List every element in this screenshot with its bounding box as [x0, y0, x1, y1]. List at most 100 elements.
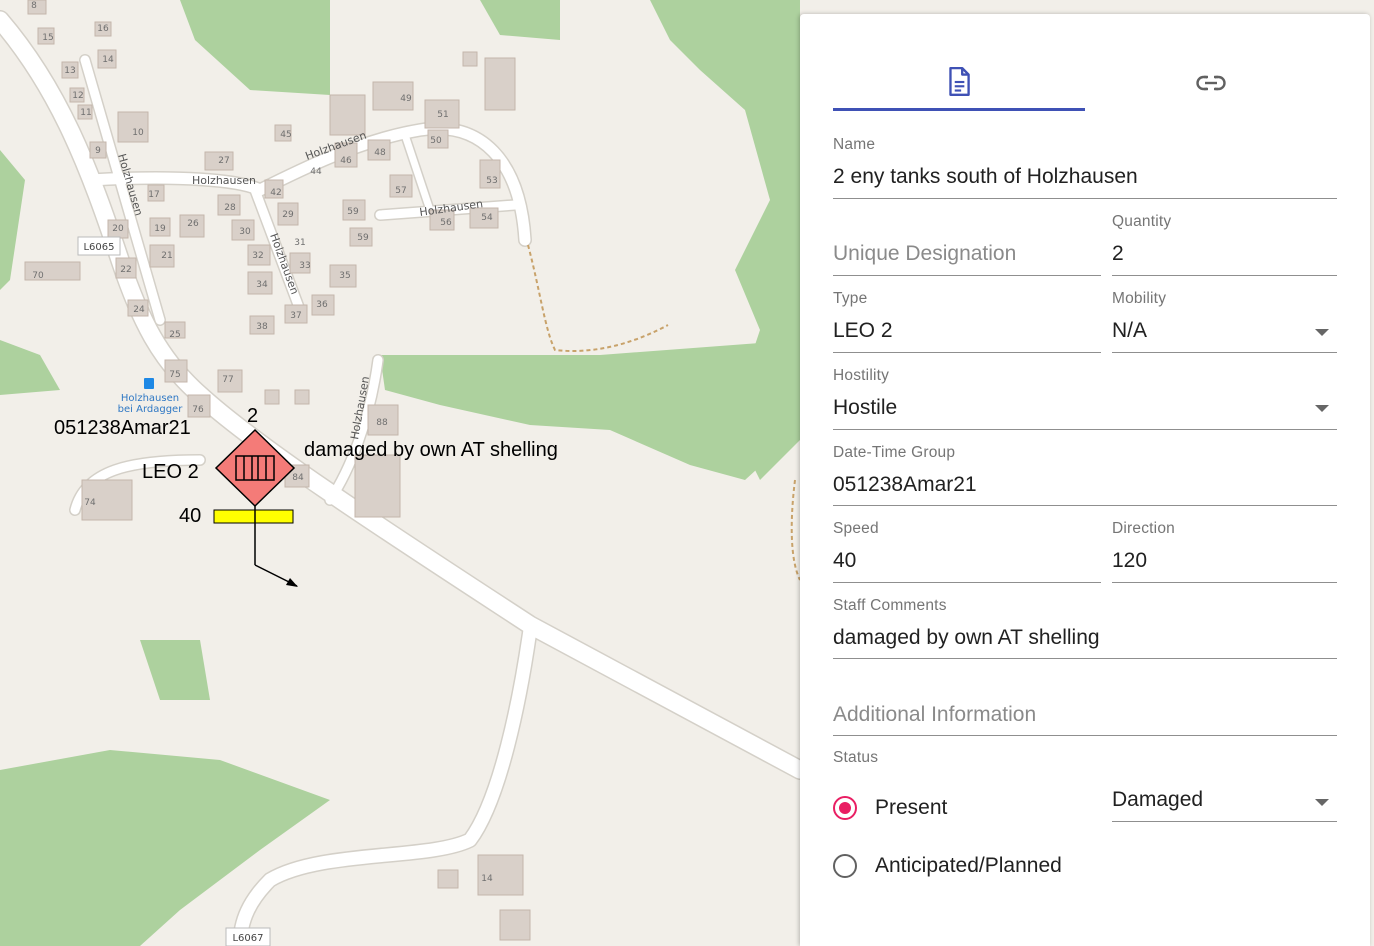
- chevron-down-icon: [1315, 329, 1329, 336]
- mobility-select[interactable]: Mobility N/A: [1112, 286, 1337, 354]
- svg-text:53: 53: [486, 176, 497, 186]
- svg-text:14: 14: [102, 55, 114, 65]
- radio-checked-icon: [833, 796, 857, 820]
- tab-links[interactable]: [1085, 60, 1337, 112]
- hostility-value: Hostile: [833, 396, 898, 419]
- svg-text:30: 30: [239, 227, 251, 237]
- svg-text:88: 88: [376, 418, 388, 428]
- speed-bar: [213, 509, 294, 524]
- bus-stop-label: Holzhausen bei Ardagger: [118, 393, 184, 415]
- name-field[interactable]: Name 2 eny tanks south of Holzhausen: [833, 132, 1337, 200]
- staff-comments-field[interactable]: Staff Comments damaged by own AT shellin…: [833, 593, 1337, 661]
- svg-text:77: 77: [222, 375, 233, 385]
- svg-text:34: 34: [256, 280, 268, 290]
- svg-text:37: 37: [290, 311, 301, 321]
- svg-text:57: 57: [395, 186, 406, 196]
- tab-details[interactable]: [833, 60, 1085, 112]
- document-icon: [949, 66, 970, 96]
- panel-tabs: [833, 60, 1337, 112]
- svg-text:33: 33: [299, 261, 310, 271]
- svg-text:38: 38: [256, 322, 268, 332]
- dtg-label: Date-Time Group: [833, 444, 956, 461]
- condition-value: Damaged: [1112, 788, 1204, 811]
- unit-detail-panel: Name 2 eny tanks south of Holzhausen Uni…: [800, 14, 1370, 946]
- direction-label: Direction: [1112, 520, 1175, 537]
- mobility-value: N/A: [1112, 319, 1148, 342]
- svg-text:14: 14: [481, 874, 493, 884]
- svg-text:L6065: L6065: [83, 242, 114, 253]
- svg-text:20: 20: [112, 224, 124, 234]
- symbol-comment: damaged by own AT shelling: [304, 439, 558, 461]
- road-ref-l6065: L6065: [77, 236, 121, 256]
- road-ref-l6067: L6067: [225, 927, 271, 946]
- chevron-down-icon: [1315, 405, 1329, 412]
- unique-designation-placeholder: Unique Designation: [833, 242, 1017, 265]
- svg-text:22: 22: [120, 265, 131, 275]
- symbol-speed: 40: [179, 505, 202, 527]
- svg-text:32: 32: [252, 251, 263, 261]
- name-value: 2 eny tanks south of Holzhausen: [833, 165, 1138, 188]
- svg-text:26: 26: [187, 219, 199, 229]
- svg-text:48: 48: [374, 148, 386, 158]
- svg-text:17: 17: [148, 190, 159, 200]
- symbol-type: LEO 2: [142, 461, 199, 483]
- status-anticipated-radio[interactable]: Anticipated/Planned: [833, 854, 1062, 878]
- hostility-label: Hostility: [833, 367, 890, 384]
- status-label: Status: [833, 749, 879, 766]
- quantity-label: Quantity: [1112, 213, 1172, 230]
- active-tab-indicator: [833, 108, 1085, 111]
- svg-text:76: 76: [192, 405, 204, 415]
- svg-text:28: 28: [224, 203, 236, 213]
- svg-text:10: 10: [132, 128, 144, 138]
- unique-designation-field[interactable]: Unique Designation: [833, 209, 1101, 277]
- quantity-field[interactable]: Quantity 2: [1112, 209, 1337, 277]
- status-anticipated-label: Anticipated/Planned: [875, 854, 1062, 877]
- bus-stop-icon: [144, 378, 154, 389]
- hostility-select[interactable]: Hostility Hostile: [833, 363, 1337, 431]
- svg-text:13: 13: [64, 66, 75, 76]
- direction-value: 120: [1112, 549, 1148, 572]
- dtg-field[interactable]: Date-Time Group 051238Amar21: [833, 440, 1337, 508]
- direction-field[interactable]: Direction 120: [1112, 516, 1337, 584]
- type-field[interactable]: Type LEO 2: [833, 286, 1101, 354]
- svg-text:42: 42: [270, 188, 281, 198]
- svg-text:21: 21: [161, 251, 172, 261]
- svg-text:75: 75: [169, 370, 180, 380]
- chevron-down-icon: [1315, 799, 1329, 806]
- svg-text:45: 45: [280, 130, 291, 140]
- place-label: Holzhausen: [192, 174, 256, 187]
- svg-text:70: 70: [32, 271, 44, 281]
- status-group: Status: [833, 747, 1033, 771]
- svg-text:12: 12: [72, 91, 83, 101]
- name-label: Name: [833, 136, 876, 153]
- svg-text:59: 59: [347, 207, 359, 217]
- svg-text:16: 16: [97, 24, 109, 34]
- condition-select[interactable]: Damaged: [1112, 774, 1337, 824]
- additional-information-placeholder: Additional Information: [833, 703, 1037, 726]
- svg-text:50: 50: [430, 136, 442, 146]
- svg-text:46: 46: [340, 156, 352, 166]
- svg-text:44: 44: [310, 167, 322, 177]
- additional-information-field[interactable]: Additional Information: [833, 670, 1337, 738]
- status-present-radio[interactable]: Present: [833, 796, 947, 820]
- speed-field[interactable]: Speed 40: [833, 516, 1101, 584]
- staff-comments-label: Staff Comments: [833, 597, 947, 614]
- speed-value: 40: [833, 549, 857, 572]
- status-present-label: Present: [875, 796, 948, 819]
- svg-text:51: 51: [437, 110, 448, 120]
- radio-unchecked-icon: [833, 854, 857, 878]
- symbol-quantity: 2: [247, 405, 259, 427]
- svg-text:19: 19: [154, 224, 166, 234]
- svg-text:8: 8: [31, 1, 37, 11]
- svg-text:15: 15: [42, 33, 53, 43]
- svg-text:74: 74: [84, 498, 96, 508]
- svg-text:59: 59: [357, 233, 369, 243]
- svg-text:24: 24: [133, 305, 145, 315]
- dtg-value: 051238Amar21: [833, 473, 977, 496]
- svg-text:29: 29: [282, 210, 294, 220]
- svg-text:84: 84: [292, 473, 304, 483]
- mobility-label: Mobility: [1112, 290, 1167, 307]
- quantity-value: 2: [1112, 242, 1124, 265]
- speed-label: Speed: [833, 520, 879, 537]
- svg-text:56: 56: [440, 218, 452, 228]
